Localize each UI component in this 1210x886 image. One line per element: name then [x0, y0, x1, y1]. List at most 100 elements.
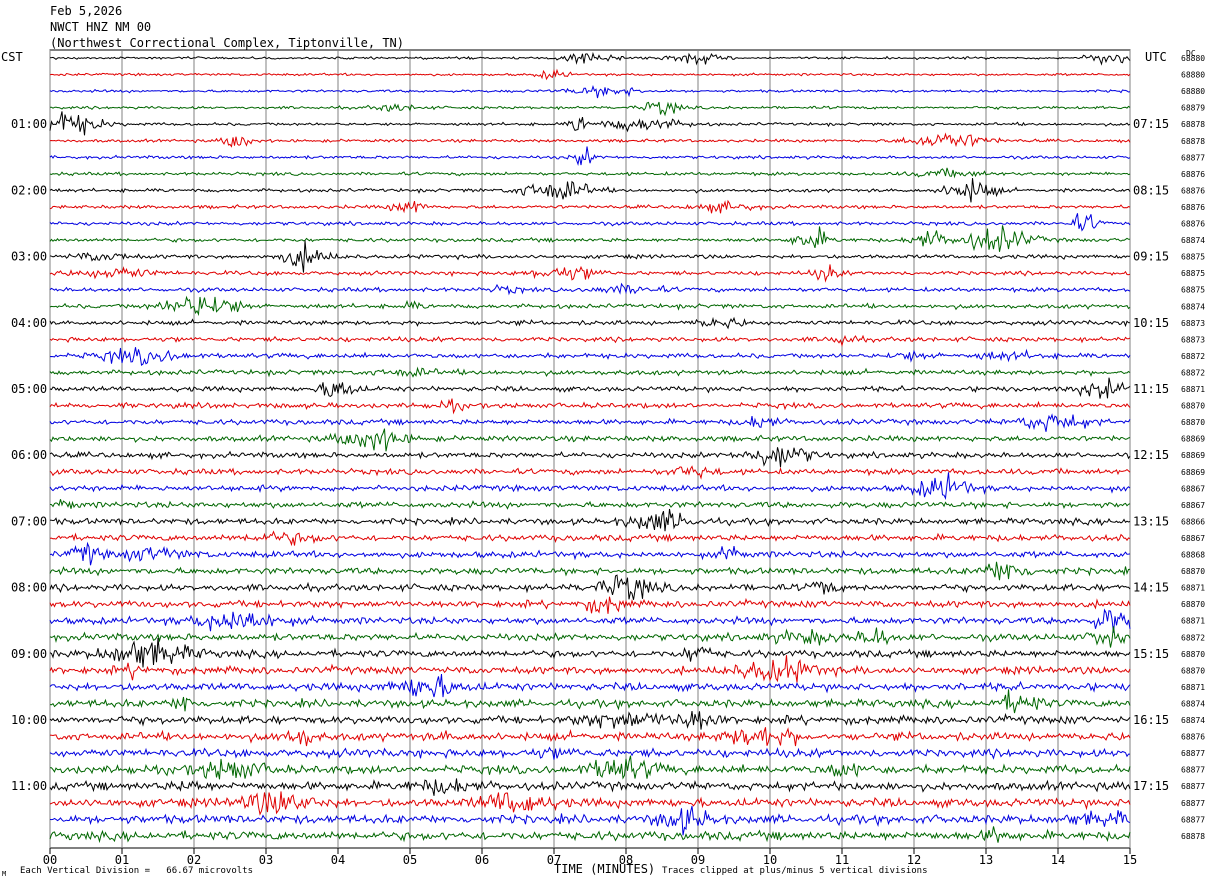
dc-offset-label: 68867	[1181, 534, 1205, 543]
right-time-label: 17:15	[1133, 779, 1169, 793]
trace-row	[49, 465, 1131, 480]
trace-row	[49, 377, 1131, 399]
dc-offset-label: 68870	[1181, 567, 1205, 576]
dc-offset-label: 68866	[1181, 517, 1205, 526]
trace-row	[49, 178, 1131, 203]
dc-offset-label: 68874	[1181, 302, 1205, 311]
trace-row	[49, 111, 1131, 136]
trace-row	[49, 608, 1131, 633]
dc-offset-label: 68876	[1181, 170, 1205, 179]
dc-offset-label: 68877	[1181, 782, 1205, 791]
dc-offset-label: 68874	[1181, 699, 1205, 708]
left-time-label: 10:00	[11, 713, 47, 727]
trace-row	[49, 637, 1131, 668]
x-tick-label: 06	[475, 853, 489, 867]
right-time-label: 16:15	[1133, 713, 1169, 727]
trace-row	[49, 826, 1131, 844]
dc-offset-label: 68875	[1181, 253, 1205, 262]
x-tick-label: 15	[1123, 853, 1137, 867]
x-tick-label: 11	[835, 853, 849, 867]
trace-row	[49, 68, 1131, 81]
trace-row	[50, 755, 1131, 780]
trace-row	[49, 746, 1130, 760]
dc-offset-label: 68869	[1181, 468, 1205, 477]
x-tick-label: 01	[115, 853, 129, 867]
trace-row	[49, 101, 1131, 117]
dc-offset-label: 68876	[1181, 733, 1205, 742]
x-tick-label: 13	[979, 853, 993, 867]
trace-row	[49, 146, 1131, 166]
dc-offset-label: 68869	[1181, 451, 1205, 460]
right-time-label: 09:15	[1133, 250, 1169, 264]
trace-row	[49, 334, 1131, 347]
trace-row	[49, 51, 1131, 66]
clip-note: Traces clipped at plus/minus 5 vertical …	[662, 866, 928, 876]
helicorder-chart: 00 01 02 03 04 05 06 07 08 09 10 11 12 13 14 1568880688…	[11, 49, 1205, 867]
x-tick-label: 12	[907, 853, 921, 867]
x-tick-label: 10	[763, 853, 777, 867]
trace-row	[49, 85, 1131, 99]
x-tick-label: 09	[691, 853, 705, 867]
x-tick-label: 02	[187, 853, 201, 867]
right-time-label: 13:15	[1133, 514, 1169, 528]
dc-offset-label: 68867	[1181, 484, 1205, 493]
trace-row	[49, 673, 1131, 698]
dc-offset-label: 68875	[1181, 286, 1205, 295]
trace-row	[49, 541, 1131, 566]
dc-offset-label: 68878	[1181, 832, 1205, 841]
dc-offset-label: 68878	[1181, 137, 1205, 146]
dc-offset-label: 68877	[1181, 153, 1205, 162]
trace-row	[49, 213, 1131, 232]
scale-note: Each Vertical Division = 66.67 microvolt…	[20, 866, 253, 876]
dc-offset-label: 68872	[1181, 633, 1205, 642]
trace-row	[49, 413, 1131, 432]
dc-offset-label: 68879	[1181, 104, 1205, 113]
dc-offset-label: 68880	[1181, 71, 1205, 80]
trace-row	[49, 472, 1131, 500]
dc-offset-label: 68870	[1181, 418, 1205, 427]
trace-row	[49, 805, 1131, 836]
dc-offset-label: 68877	[1181, 799, 1205, 808]
dc-offset-label: 68867	[1181, 501, 1205, 510]
right-time-label: 12:15	[1133, 448, 1169, 462]
dc-offset-label: 68878	[1181, 120, 1205, 129]
trace-row	[49, 561, 1131, 581]
trace-row	[49, 689, 1131, 714]
plot-frame	[49, 49, 1131, 849]
trace-row	[49, 711, 1131, 730]
dc-offset-label: 68870	[1181, 666, 1205, 675]
dc-offset-label: 68870	[1181, 600, 1205, 609]
dc-offset-label: 68871	[1181, 385, 1205, 394]
left-time-label: 02:00	[11, 183, 47, 197]
dc-offset-label: 68868	[1181, 551, 1205, 560]
trace-row	[49, 508, 1131, 532]
trace-row	[49, 132, 1131, 148]
trace-row	[49, 366, 1131, 378]
right-time-label: 11:15	[1133, 382, 1169, 396]
trace-row	[49, 264, 1131, 283]
dc-header-label: DC	[1186, 49, 1196, 58]
dc-offset-label: 68869	[1181, 435, 1205, 444]
trace-row	[49, 398, 1131, 415]
dc-offset-label: 68877	[1181, 749, 1205, 758]
left-time-label: 04:00	[11, 316, 47, 330]
trace-row	[49, 199, 1131, 214]
trace-row	[49, 167, 1131, 179]
trace-row	[49, 655, 1131, 683]
dc-offset-label: 68870	[1181, 402, 1205, 411]
dc-offset-label: 68871	[1181, 683, 1205, 692]
dc-offset-label: 68875	[1181, 269, 1205, 278]
trace-row	[49, 316, 1131, 330]
trace-row	[49, 791, 1131, 816]
dc-offset-label: 68880	[1181, 87, 1205, 96]
dc-offset-label: 68870	[1181, 650, 1205, 659]
dc-offset-label: 68872	[1181, 368, 1205, 377]
left-time-label: 11:00	[11, 779, 47, 793]
trace-row	[49, 428, 1131, 452]
dc-offset-label: 68872	[1181, 352, 1205, 361]
dc-offset-label: 68876	[1181, 220, 1205, 229]
left-time-label: 01:00	[11, 117, 47, 131]
corner-mark: M	[2, 870, 7, 878]
x-tick-label: 00	[43, 853, 57, 867]
left-time-label: 07:00	[11, 514, 47, 528]
